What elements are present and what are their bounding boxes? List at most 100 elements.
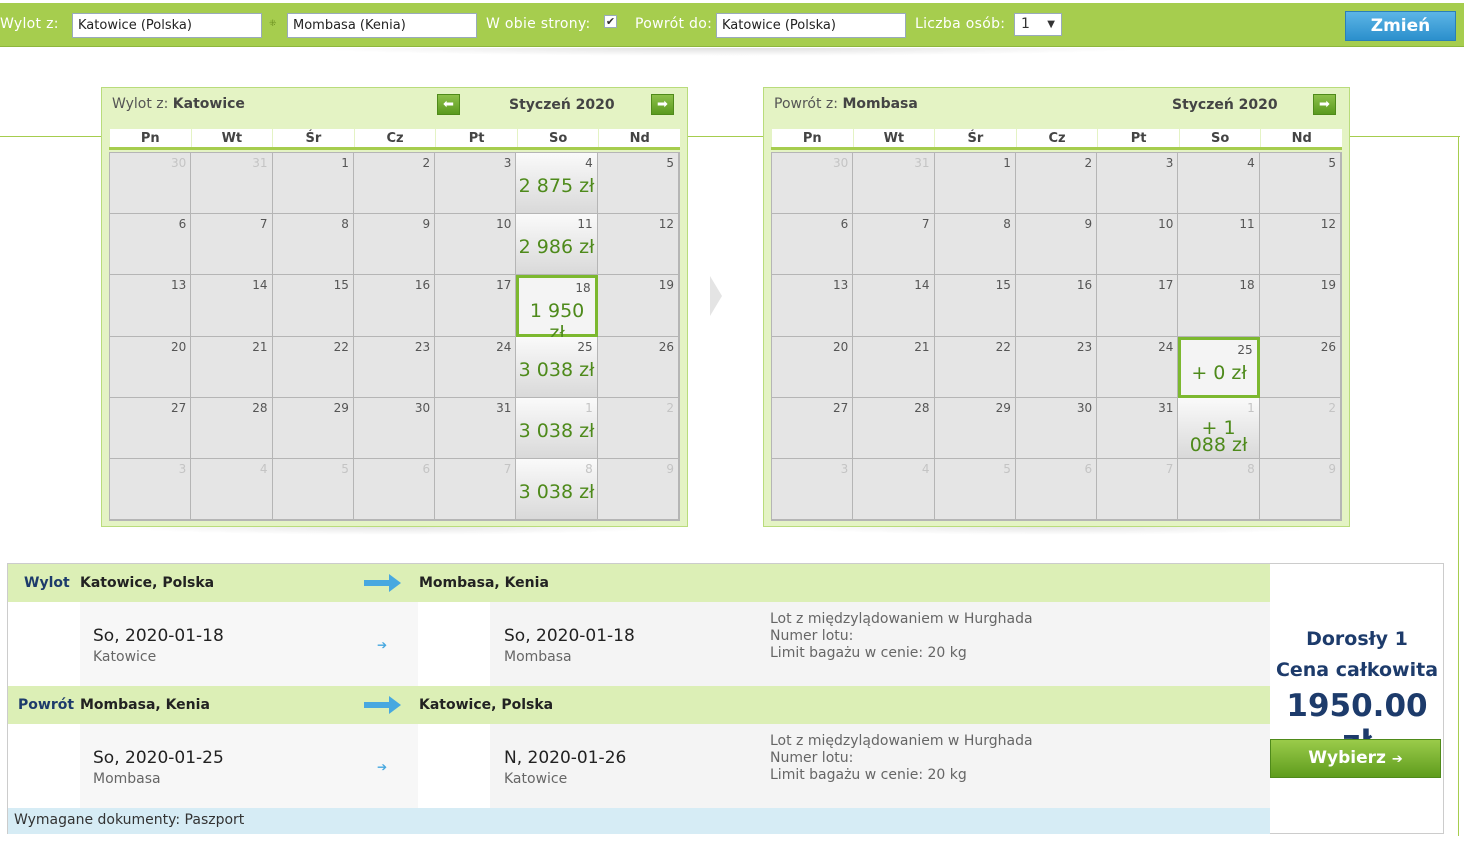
roundtrip-label: W obie strony: [486,16,591,32]
day-number: 31 [252,156,268,170]
day-number: 4 [259,461,268,476]
weekday-label: Nd [598,129,680,147]
calendar-day-priced[interactable]: 4 2 875 zł [516,153,598,215]
outbound-departure-place: Katowice [93,649,157,665]
day-number: 4 [921,461,930,476]
calendar-day: 7 [853,214,935,276]
calendar-day: 11 [1178,214,1260,276]
day-number: 12 [658,217,674,232]
calendar-day: 3 [110,458,192,520]
persons-label: Liczba osób: [915,16,1006,32]
select-button-label: Wybierz [1308,748,1386,768]
frame-line [687,136,764,137]
calendar-day: 3 [772,458,854,520]
arrow-right-icon: ➡ [1319,97,1330,112]
calendar-day: 19 [597,275,679,337]
calendar-day: 31 [435,397,517,459]
day-number: 8 [585,461,593,476]
calendar-day: 4 [191,458,273,520]
weekday-label: So [516,129,599,147]
day-number: 8 [1247,461,1255,476]
calendar-day: 13 [110,275,192,337]
day-number: 8 [1003,217,1011,232]
calendar-day: 27 [772,397,854,459]
day-number: 29 [333,400,349,415]
calendar-header-prefix: Powrót z: [774,96,838,112]
calendar-header: Powrót z: Mombasa [774,96,918,112]
persons-value: 1 [1021,16,1030,32]
calendar-day: 10 [435,214,517,276]
calendar-shadow [115,527,675,535]
calendar-day: 2 [1015,153,1098,215]
weekday-label: Śr [934,129,1016,147]
return-input[interactable] [716,13,906,38]
calendar-day: 6 [1015,458,1098,520]
roundtrip-checkbox[interactable]: ✔ [604,15,617,28]
day-number: 7 [503,461,512,476]
weekday-label: Pn [109,129,191,147]
total-label: Cena całkowita [1275,659,1439,681]
calendar-day-priced[interactable]: 1 3 038 zł [516,397,598,459]
calendar-header-prefix: Wylot z: [112,96,169,112]
calendar-day: 2 [1259,397,1341,459]
calendar-day-priced[interactable]: 11 2 986 zł [516,214,598,276]
day-number: 28 [914,400,930,415]
calendar-day: 28 [853,397,935,459]
change-button[interactable]: Zmień [1345,11,1456,41]
departure-calendar: Wylot z: Katowice ⬅ Styczeń 2020 ➡ Pn Wt Ś… [101,87,688,527]
day-number: 4 [585,156,593,170]
weekday-label: Wt [852,129,935,147]
calendar-day-priced[interactable]: 25 3 038 zł [516,336,598,398]
day-number: 3 [178,461,187,476]
calendar-day: 6 [110,214,192,276]
day-number: 1 [1247,400,1255,415]
day-number: 30 [833,156,849,170]
day-number: 22 [995,339,1011,354]
day-number: 5 [666,156,674,170]
day-number: 10 [496,217,512,232]
next-month-button[interactable]: ➡ [1313,94,1336,115]
day-number: 7 [259,217,268,232]
outbound-details: So, 2020-01-18 Katowice ➔ So, 2020-01-18… [8,602,1270,686]
search-bar: Wylot z: ⁜ W obie strony: ✔ Powrót do: L… [0,3,1464,47]
calendar-day-priced[interactable]: 1 + 1 088 zł [1178,397,1260,459]
calendar-day: 22 [272,336,354,398]
select-button[interactable]: Wybierz ➔ [1270,739,1441,778]
to-input[interactable] [287,13,477,38]
day-number: 3 [1165,156,1174,170]
calendar-day: 29 [272,397,354,459]
day-number: 2 [1328,400,1336,415]
prev-month-button[interactable]: ⬅ [437,94,460,115]
chevron-down-icon: ▼ [1047,19,1055,30]
day-number: 24 [1158,339,1174,354]
day-number: 9 [422,217,431,232]
calendar-day: 9 [1259,458,1341,520]
persons-select[interactable]: 1 ▼ [1014,13,1062,36]
calendar-day-priced[interactable]: 8 3 038 zł [516,458,598,520]
day-number: 6 [1084,461,1093,476]
day-number: 8 [341,217,349,232]
next-month-button[interactable]: ➡ [651,94,674,115]
calendar-day: 3 [435,153,517,215]
day-number: 3 [840,461,849,476]
calendar-day-priced[interactable]: 18 1 950 zł [516,275,598,344]
calendar-header: Wylot z: Katowice [112,96,245,112]
calendar-day: 13 [772,275,854,337]
outbound-header: Wylot Katowice, Polska Mombasa, Kenia [8,564,1270,602]
calendar-day: 28 [191,397,273,459]
calendar-day: 23 [1015,336,1098,398]
calendar-day-priced[interactable]: 25 + 0 zł [1178,336,1260,398]
swap-icon[interactable]: ⁜ [269,19,280,30]
day-number: 24 [496,339,512,354]
day-number: 11 [1239,217,1255,232]
from-input[interactable] [72,13,262,38]
return-label: Powrót do: [635,16,713,32]
day-price: + 0 zł [1191,361,1247,384]
calendar-day: 30 [772,153,854,215]
inbound-info: Lot z międzylądowaniem w Hurghada Numer … [770,733,1033,784]
calendar-day: 9 [353,214,436,276]
inbound-arrival-date: N, 2020-01-26 [504,748,627,768]
frame-line [1350,136,1460,137]
inbound-departure-place: Mombasa [93,771,161,787]
bar-shadow [300,48,1160,56]
